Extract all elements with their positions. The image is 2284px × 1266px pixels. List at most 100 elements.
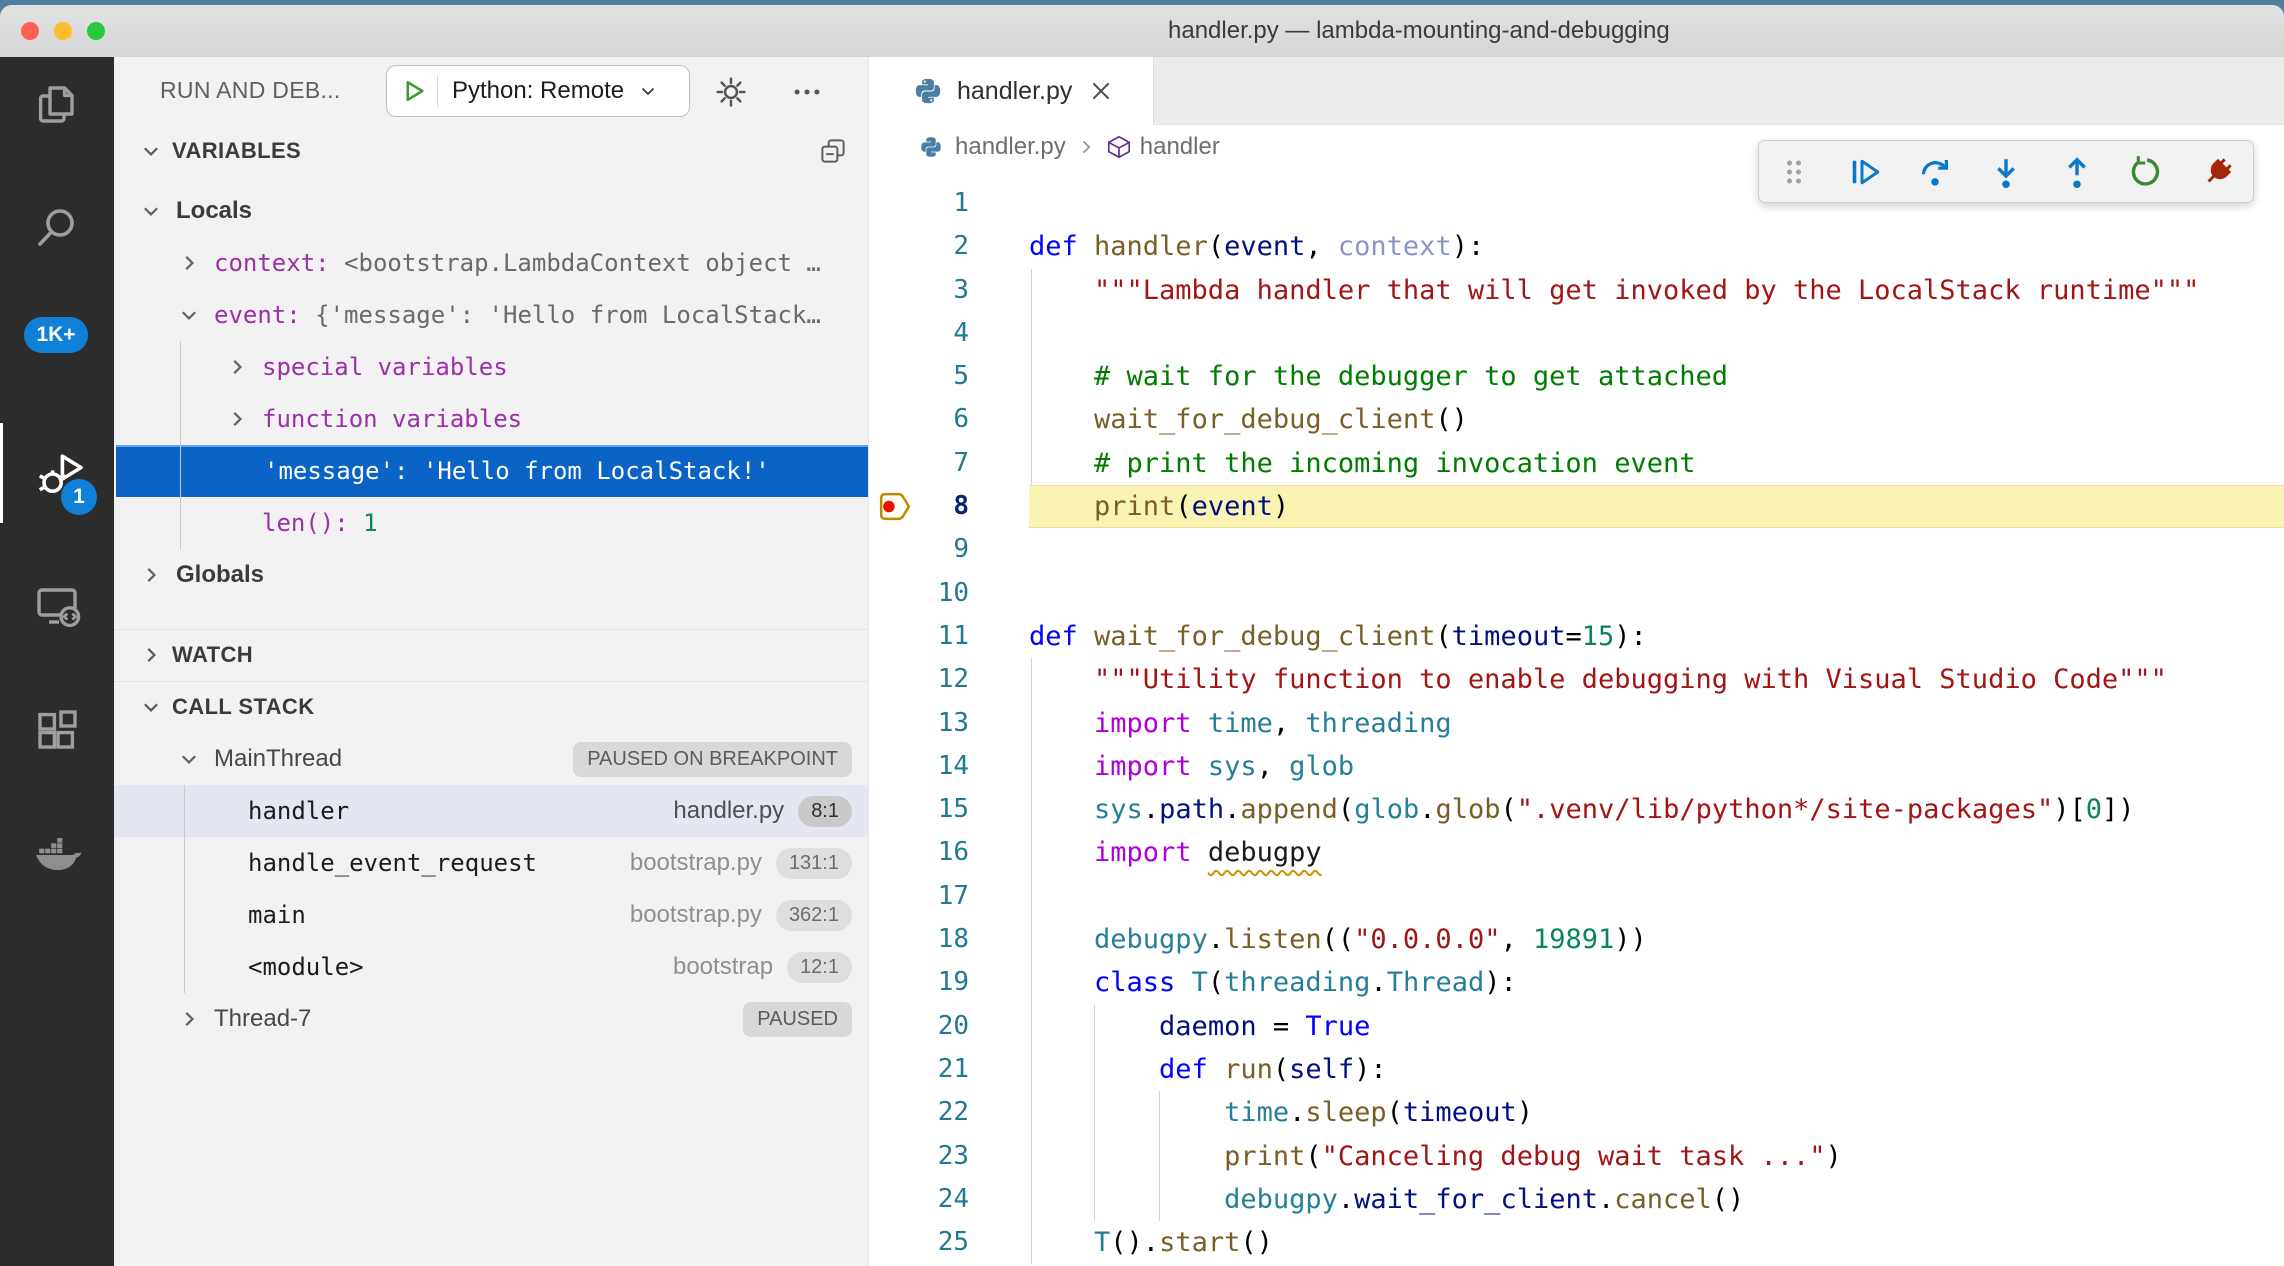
launch-config-label[interactable]: Python: Remote [452,77,624,105]
code-text[interactable]: time.sleep(timeout) [1029,1091,2284,1134]
start-debug-icon[interactable] [399,77,427,105]
gutter[interactable]: 1 [869,182,1029,225]
line-number[interactable]: 25 [869,1221,969,1264]
code-text[interactable] [1029,528,2284,571]
sidebar-item-remote-explorer[interactable] [0,557,114,653]
code-text[interactable]: print(event) [1029,485,2284,528]
line-number[interactable]: 13 [869,702,969,745]
line-number[interactable]: 10 [869,572,969,615]
gutter[interactable]: 5 [869,355,1029,398]
gutter[interactable]: 23 [869,1135,1029,1178]
line-number[interactable]: 6 [869,398,969,441]
code-text[interactable]: debugpy.listen(("0.0.0.0", 19891)) [1029,918,2284,961]
sidebar-item-explorer[interactable] [0,57,114,153]
gutter[interactable]: 7 [869,442,1029,485]
line-number[interactable]: 19 [869,961,969,1004]
line-number[interactable]: 24 [869,1178,969,1221]
sidebar-item-search[interactable] [0,179,114,275]
restart-button[interactable] [2129,154,2165,190]
gutter[interactable]: 17 [869,875,1029,918]
line-number[interactable]: 16 [869,831,969,874]
code-text[interactable]: print("Canceling debug wait task ...") [1029,1135,2284,1178]
gutter[interactable]: 24 [869,1178,1029,1221]
gutter[interactable]: 14 [869,745,1029,788]
gutter[interactable]: 19 [869,961,1029,1004]
gutter[interactable]: 10 [869,572,1029,615]
code-area[interactable]: 12 def handler(event, context): 3 """Lambd… [869,182,2284,1264]
titlebar[interactable]: handler.py — lambda-mounting-and-debuggi… [0,5,2284,58]
sidebar-item-source-control[interactable]: 1K+ [0,289,114,385]
code-text[interactable]: debugpy.wait_for_client.cancel() [1029,1178,2284,1221]
line-number[interactable]: 11 [869,615,969,658]
scope-row[interactable]: Locals [114,185,868,237]
gutter[interactable]: 21 [869,1048,1029,1091]
code-text[interactable]: wait_for_debug_client() [1029,398,2284,441]
breadcrumb-file[interactable]: handler.py [955,133,1066,161]
gutter[interactable]: 8 [869,485,1029,528]
code-text[interactable]: T().start() [1029,1221,2284,1264]
variables-section-header[interactable]: VARIABLES [114,125,868,177]
continue-button[interactable] [1847,154,1883,190]
line-number[interactable]: 1 [869,182,969,225]
maximize-window-button[interactable] [87,22,105,40]
line-number[interactable]: 3 [869,269,969,312]
stack-frame-row[interactable]: handle_event_requestbootstrap.py131:1 [114,837,868,889]
launch-config-dropdown[interactable]: Python: Remote [386,65,690,117]
gutter[interactable]: 16 [869,831,1029,874]
minimize-window-button[interactable] [54,22,72,40]
gutter[interactable]: 3 [869,269,1029,312]
gutter[interactable]: 2 [869,225,1029,268]
line-number[interactable]: 8 [869,485,969,528]
line-number[interactable]: 5 [869,355,969,398]
code-text[interactable]: import time, threading [1029,702,2284,745]
code-text[interactable]: def wait_for_debug_client(timeout=15): [1029,615,2284,658]
variable-row[interactable]: context: <bootstrap.LambdaContext object… [114,237,868,289]
line-number[interactable]: 7 [869,442,969,485]
code-text[interactable] [1029,572,2284,615]
variable-row[interactable]: special variables [114,341,868,393]
line-number[interactable]: 20 [869,1005,969,1048]
variable-row[interactable]: function variables [114,393,868,445]
sidebar-item-run-and-debug[interactable]: 1 [0,423,117,523]
settings-gear-button[interactable] [714,75,748,109]
gutter[interactable]: 6 [869,398,1029,441]
stack-frame-row[interactable]: <module>bootstrap12:1 [114,941,868,993]
code-text[interactable]: # wait for the debugger to get attached [1029,355,2284,398]
sidebar-item-extensions[interactable] [0,683,114,779]
code-text[interactable]: """Lambda handler that will get invoked … [1029,269,2284,312]
code-text[interactable]: sys.path.append(glob.glob(".venv/lib/pyt… [1029,788,2284,831]
line-number[interactable]: 12 [869,658,969,701]
gutter[interactable]: 18 [869,918,1029,961]
line-number[interactable]: 2 [869,225,969,268]
code-text[interactable]: import sys, glob [1029,745,2284,788]
step-into-button[interactable] [1988,154,2024,190]
code-text[interactable] [1029,312,2284,355]
line-number[interactable]: 21 [869,1048,969,1091]
views-more-actions-button[interactable] [790,75,824,109]
gutter[interactable]: 25 [869,1221,1029,1264]
thread-row[interactable]: MainThreadPAUSED ON BREAKPOINT [114,733,868,785]
stack-frame-row[interactable]: handlerhandler.py8:1 [114,785,868,837]
watch-section-header[interactable]: WATCH [114,629,868,681]
line-number[interactable]: 22 [869,1091,969,1134]
close-window-button[interactable] [21,22,39,40]
scope-row[interactable]: Globals [114,549,868,601]
code-text[interactable]: def handler(event, context): [1029,225,2284,268]
line-number[interactable]: 15 [869,788,969,831]
code-text[interactable]: def run(self): [1029,1048,2284,1091]
variable-row[interactable]: len(): 1 [114,497,868,549]
gutter[interactable]: 12 [869,658,1029,701]
gutter[interactable]: 13 [869,702,1029,745]
gutter[interactable]: 11 [869,615,1029,658]
step-out-button[interactable] [2059,154,2095,190]
line-number[interactable]: 17 [869,875,969,918]
line-number[interactable]: 23 [869,1135,969,1178]
close-tab-icon[interactable] [1088,78,1114,104]
call-stack-section-header[interactable]: CALL STACK [114,681,868,733]
code-text[interactable]: """Utility function to enable debugging … [1029,658,2284,701]
collapse-all-icon[interactable] [818,136,848,166]
line-number[interactable]: 9 [869,528,969,571]
line-number[interactable]: 4 [869,312,969,355]
stack-frame-row[interactable]: mainbootstrap.py362:1 [114,889,868,941]
code-text[interactable]: import debugpy [1029,831,2284,874]
